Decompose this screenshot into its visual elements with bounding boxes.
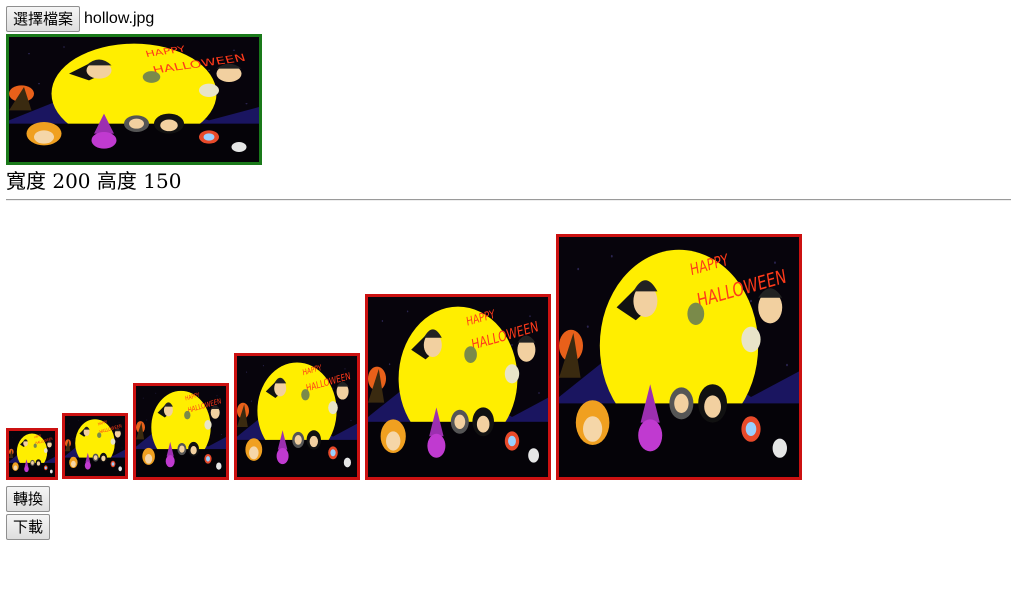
thumbnail-6: HAPPY HALLOWEEN (556, 234, 802, 480)
halloween-art: HAPPY HALLOWEEN (559, 237, 799, 477)
convert-button[interactable]: 轉換 (6, 486, 51, 512)
horizontal-divider (6, 199, 1011, 201)
thumbnail-1: HAPPY HALLOWEEN (6, 428, 58, 480)
halloween-art: HAPPY HALLOWEEN (237, 356, 357, 477)
thumbnail-2: HAPPY HALLOWEEN (62, 413, 128, 479)
page: 選擇檔案 hollow.jpg HAPPY HALLOWEEN 寬度 200 高… (0, 0, 1017, 594)
width-label: 寬度 (6, 169, 46, 193)
halloween-art: HAPPY HALLOWEEN (9, 431, 55, 477)
halloween-art: HAPPY HALLOWEEN (65, 416, 125, 476)
download-button[interactable]: 下載 (6, 514, 51, 540)
height-value: 150 (143, 169, 182, 193)
halloween-art: HAPPY HALLOWEEN (9, 37, 259, 162)
height-label: 高度 (96, 169, 137, 193)
choose-file-button[interactable]: 選擇檔案 (6, 6, 81, 32)
dimensions-text: 寬度 200 高度 150 (6, 165, 181, 194)
file-input-row: 選擇檔案 hollow.jpg (6, 6, 154, 32)
thumbnail-3: HAPPY HALLOWEEN (133, 383, 229, 480)
halloween-art: HAPPY HALLOWEEN (136, 386, 226, 477)
width-value: 200 (52, 169, 91, 193)
thumbnail-4: HAPPY HALLOWEEN (234, 353, 360, 480)
preview-image: HAPPY HALLOWEEN (6, 34, 262, 165)
selected-file-name: hollow.jpg (84, 10, 155, 27)
thumbnail-5: HAPPY HALLOWEEN (365, 294, 551, 480)
halloween-art: HAPPY HALLOWEEN (368, 297, 548, 477)
